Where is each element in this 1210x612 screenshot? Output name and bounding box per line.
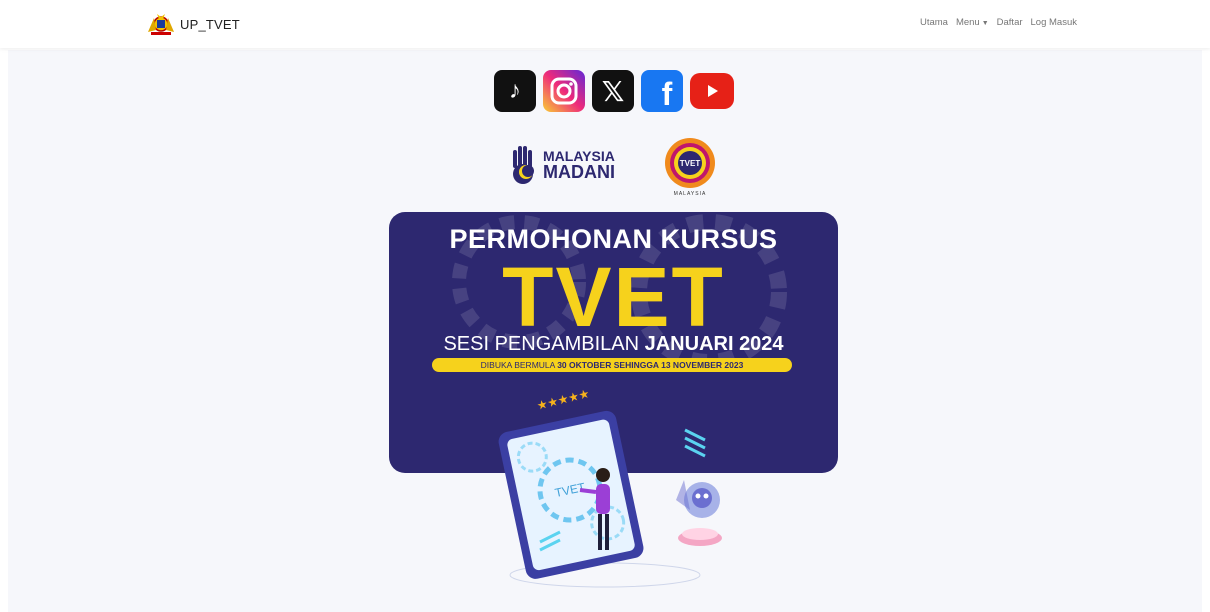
facebook-icon[interactable]: f (641, 70, 683, 112)
nav-menu-dropdown[interactable]: Menu ▼ (956, 17, 989, 28)
social-links: ♪ 𝕏 f (494, 70, 734, 112)
nav-links: Utama Menu ▼ Daftar Log Masuk (920, 17, 1077, 28)
madani-hand-icon (513, 146, 534, 184)
period-prefix: DIBUKA BERMULA (480, 360, 558, 370)
tiktok-icon[interactable]: ♪ (494, 70, 536, 112)
tvet-badge-text: TVET (680, 159, 701, 168)
malaysia-madani-logo: MALAYSIA MADANI (509, 140, 633, 190)
play-icon (708, 85, 718, 97)
application-period-badge: DIBUKA BERMULA 30 OKTOBER SEHINGGA 13 NO… (432, 358, 792, 372)
period-dates: 30 OKTOBER SEHINGGA 13 NOVEMBER 2023 (557, 360, 744, 370)
top-navbar: UP_TVET Utama Menu ▼ Daftar Log Masuk (0, 0, 1210, 48)
svg-text:★★★★★: ★★★★★ (535, 386, 591, 413)
tvet-malaysia-logo: TVET MALAYSIA (660, 136, 720, 198)
chevron-down-icon: ▼ (981, 20, 989, 27)
banner-tvet-heading: TVET (502, 250, 725, 344)
instagram-glyph (550, 77, 578, 105)
session-month: JANUARI 2024 (644, 333, 784, 355)
coat-of-arms-logo (148, 14, 174, 35)
nav-menu-label: Menu (955, 17, 980, 28)
nav-daftar[interactable]: Daftar (997, 17, 1023, 28)
banner-session: SESI PENGAMBILAN JANUARI 2024 (389, 333, 838, 356)
madani-line1: MALAYSIA (543, 148, 615, 164)
madani-line2: MADANI (543, 162, 615, 182)
instagram-icon[interactable] (543, 70, 585, 112)
nav-log-masuk[interactable]: Log Masuk (1031, 17, 1077, 28)
tvet-caption: MALAYSIA (673, 191, 707, 197)
brand-name: UP_TVET (180, 16, 240, 32)
nav-utama[interactable]: Utama (920, 17, 948, 28)
x-icon[interactable]: 𝕏 (592, 70, 634, 112)
tvet-illustration: TVET ★★★★★ (498, 386, 722, 588)
tvet-badge-icon: TVET (665, 138, 715, 188)
brand-link[interactable]: UP_TVET (146, 12, 240, 36)
youtube-icon[interactable] (690, 73, 734, 109)
session-prefix: SESI PENGAMBILAN (443, 333, 645, 355)
